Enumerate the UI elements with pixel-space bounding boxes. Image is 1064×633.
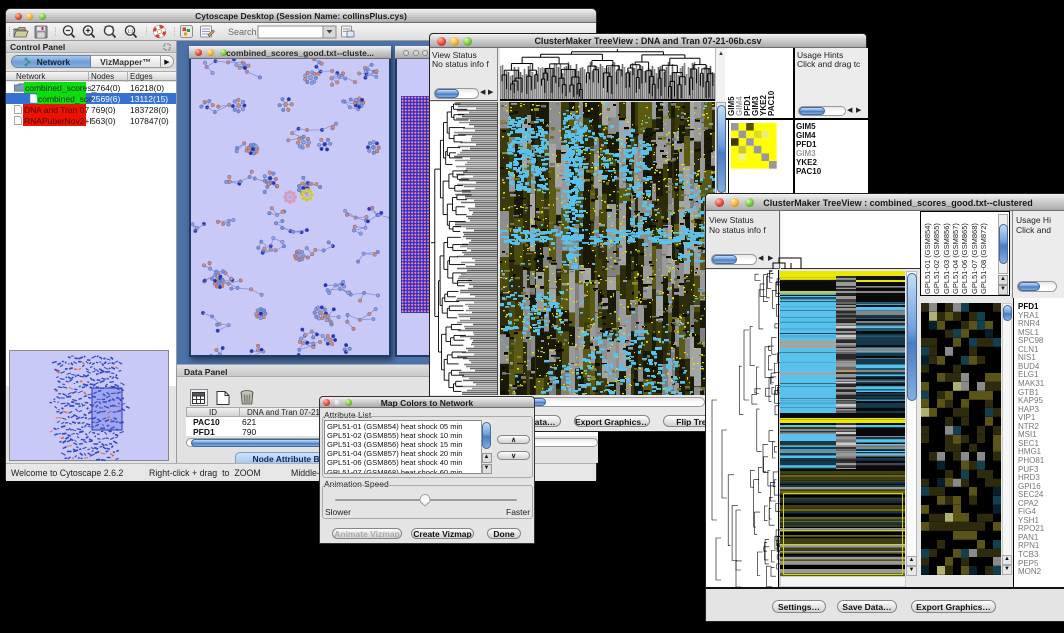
svg-text:1:1: 1:1 xyxy=(127,29,134,34)
svg-text:Search:: Search: xyxy=(228,27,259,37)
